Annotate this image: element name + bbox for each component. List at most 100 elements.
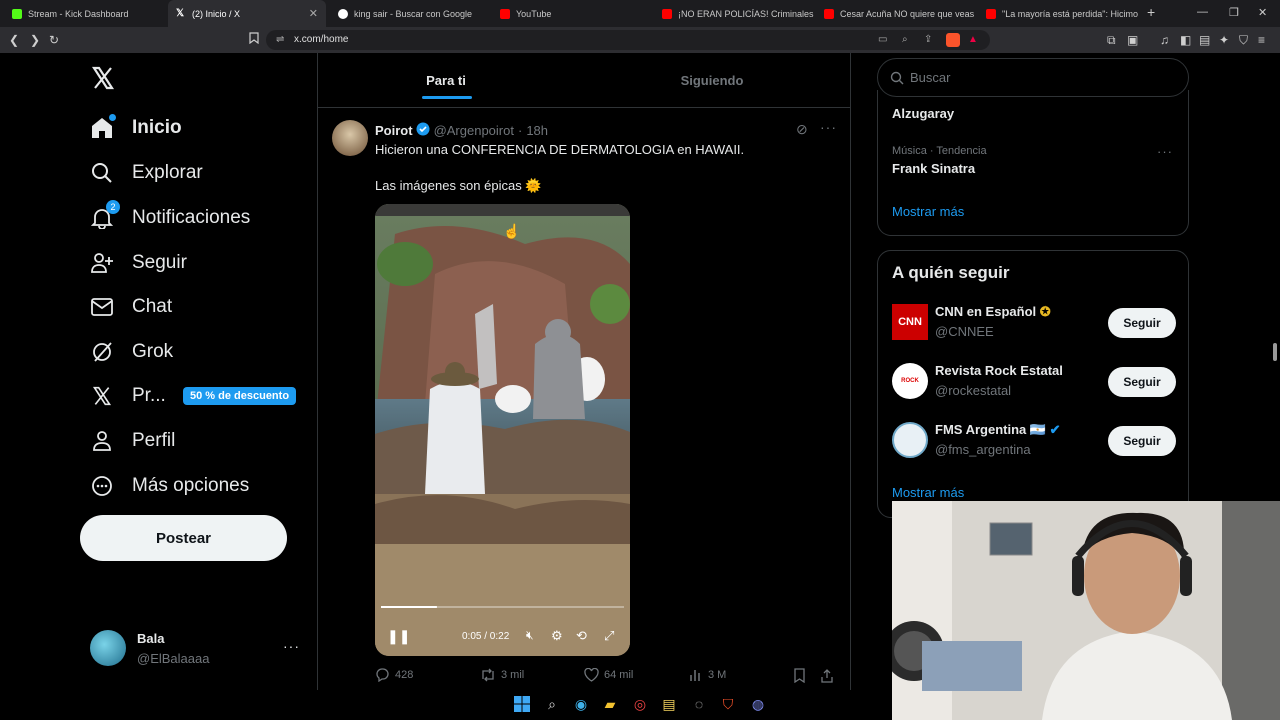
follow-suggestion[interactable]: CNN CNN en Español ✪ @CNNEE Seguir (892, 304, 1176, 352)
zoom-icon[interactable]: ⌕ (902, 30, 908, 50)
repost-button[interactable]: 3 mil (480, 668, 524, 682)
maximize-icon[interactable]: ❐ (1229, 6, 1239, 19)
browser-tab[interactable]: king sair - Buscar con Google (330, 0, 490, 27)
new-tab-icon[interactable]: + (1147, 4, 1155, 20)
vpn-icon[interactable]: ⛉ (1239, 32, 1248, 48)
sidebar-item-grok[interactable]: Grok (90, 332, 173, 372)
settings-icon[interactable]: ⚙ (551, 628, 563, 644)
bookmark-icon[interactable] (249, 32, 259, 48)
tab-label: Para ti (426, 73, 466, 88)
sidebar-item-seguir[interactable]: Seguir (90, 243, 187, 283)
back-icon[interactable]: ❮ (9, 32, 19, 48)
tab-siguiendo[interactable]: Siguiendo (580, 53, 844, 108)
views-button[interactable]: 3 M (689, 668, 726, 682)
kick-icon (12, 8, 22, 19)
account-name: Bala (137, 631, 165, 646)
wallet-icon[interactable]: ▣ (1127, 32, 1138, 48)
video-progress-fill[interactable] (381, 606, 437, 608)
minimize-icon[interactable]: — (1197, 6, 1208, 18)
more-icon[interactable]: ··· (820, 119, 837, 135)
tab-para-ti[interactable]: Para ti (318, 53, 574, 108)
browser-tab[interactable]: ¡NO ERAN POLICÍAS! Criminales se D (654, 0, 814, 27)
home-icon (90, 114, 116, 140)
chrome-icon[interactable]: ◎ (630, 694, 650, 714)
follow-button[interactable]: Seguir (1108, 426, 1176, 456)
browser-tab[interactable]: "La mayoría está perdida": Hicimos u (978, 0, 1138, 27)
tab-title: ¡NO ERAN POLICÍAS! Criminales se D (678, 8, 814, 19)
post-button[interactable]: Postear (80, 515, 287, 561)
screen-icon[interactable]: ▭ (878, 30, 887, 50)
follow-suggestion[interactable]: ROCK Revista Rock Estatal @rockestatal S… (892, 363, 1176, 411)
fullscreen-icon[interactable]: ⤢ (604, 628, 614, 644)
more-icon[interactable]: ··· (283, 638, 300, 654)
bookmark-icon[interactable] (793, 668, 806, 688)
sidebar-icon[interactable]: ◧ (1180, 32, 1191, 48)
leo-icon[interactable]: ✦ (1219, 32, 1229, 48)
search-icon[interactable]: ⌕ (542, 694, 562, 714)
sidebar-item-explorar[interactable]: Explorar (90, 153, 203, 193)
sidebar-item-premium[interactable]: Pr... (90, 376, 166, 416)
x-logo-icon[interactable] (91, 66, 115, 95)
brave-icon[interactable]: ⛉ (718, 694, 738, 714)
sidebar-item-notificaciones[interactable]: 2 Notificaciones (90, 198, 250, 238)
like-button[interactable]: 64 mil (584, 668, 633, 682)
share-icon[interactable] (820, 668, 834, 688)
follow-button[interactable]: Seguir (1108, 367, 1176, 397)
rotate-icon[interactable]: ⟲ (576, 628, 587, 644)
obs-icon[interactable]: ◌ (689, 694, 709, 714)
scrollbar-thumb[interactable] (1273, 343, 1277, 361)
post-text-line: Las imágenes son épicas 🌞 (375, 178, 542, 193)
reply-button[interactable]: 428 (375, 668, 413, 682)
menu-icon[interactable]: ≡ (1258, 32, 1265, 48)
wallet-2-icon[interactable]: ▤ (1199, 32, 1210, 48)
sidebar-item-perfil[interactable]: Perfil (90, 421, 175, 461)
promo-badge[interactable]: 50 % de descuento (183, 387, 297, 405)
sidebar-item-mas-opciones[interactable]: Más opciones (90, 466, 249, 506)
reload-icon[interactable]: ↻ (49, 32, 59, 48)
author-avatar[interactable] (332, 120, 368, 156)
mute-icon[interactable]: 🔇︎ (526, 628, 534, 643)
edge-icon[interactable]: ◉ (571, 694, 591, 714)
verified-gold-icon: ✪ (1039, 304, 1051, 319)
rewards-icon[interactable]: ▲ (968, 30, 978, 50)
trend-name[interactable]: Frank Sinatra (892, 161, 975, 176)
show-more-link[interactable]: Mostrar más (892, 485, 964, 500)
show-more-link[interactable]: Mostrar más (892, 204, 964, 219)
sidebar-item-inicio[interactable]: Inicio (90, 108, 182, 148)
extensions-icon[interactable]: ⧉ (1107, 32, 1116, 48)
grok-icon[interactable]: ⊘ (796, 121, 808, 138)
notes-icon[interactable]: ▤ (659, 694, 679, 714)
close-window-icon[interactable]: ✕ (1258, 6, 1267, 19)
browser-tab[interactable]: YouTube (492, 0, 652, 27)
bell-icon: 2 (90, 200, 120, 230)
sidebar-item-chat[interactable]: Chat (90, 287, 172, 327)
close-tab-icon[interactable]: ✕ (303, 7, 318, 20)
windows-start-icon[interactable] (512, 694, 532, 714)
reply-count: 428 (395, 669, 414, 681)
music-icon[interactable]: ♫ (1160, 32, 1169, 48)
like-count: 64 mil (604, 669, 634, 681)
follow-suggestion[interactable]: FMS Argentina 🇦🇷 ✔ @fms_argentina Seguir (892, 422, 1176, 470)
more-icon[interactable]: ··· (1157, 144, 1173, 159)
browser-tab[interactable]: Cesar Acuña NO quiere que veas est (816, 0, 976, 27)
pause-icon[interactable]: ❚❚ (387, 628, 410, 645)
sidebar-item-label: Grok (132, 341, 174, 362)
address-bar[interactable]: ⇌ x.com/home ▭ ⌕ ⇪ ▲ (266, 30, 990, 50)
tab-label: Siguiendo (680, 73, 744, 88)
follow-handle: @fms_argentina (935, 442, 1031, 457)
author-handle[interactable]: @Argenpoirot (434, 123, 514, 138)
post-video[interactable]: ❚❚ 0:05 / 0:22 🔇︎ ⚙ ⟲ ⤢ (375, 204, 630, 656)
site-info-icon[interactable]: ⇌ (276, 30, 284, 50)
share-icon[interactable]: ⇪ (924, 30, 932, 50)
discord-icon[interactable]: ◍ (748, 694, 768, 714)
account-switcher[interactable]: Bala @ElBalaaaa ··· (90, 630, 302, 668)
follow-button[interactable]: Seguir (1108, 308, 1176, 338)
forward-icon[interactable]: ❯ (30, 32, 40, 48)
browser-tab[interactable]: Stream - Kick Dashboard (4, 0, 168, 27)
trend-name[interactable]: Alzugaray (892, 106, 954, 121)
author-name[interactable]: Poirot (375, 123, 413, 138)
post-time[interactable]: 18h (526, 123, 548, 138)
file-explorer-icon[interactable]: ▰ (600, 694, 620, 714)
browser-tab-active[interactable]: 𝕏 (2) Inicio / X ✕ (168, 0, 326, 27)
brave-shields-icon[interactable] (946, 33, 960, 47)
